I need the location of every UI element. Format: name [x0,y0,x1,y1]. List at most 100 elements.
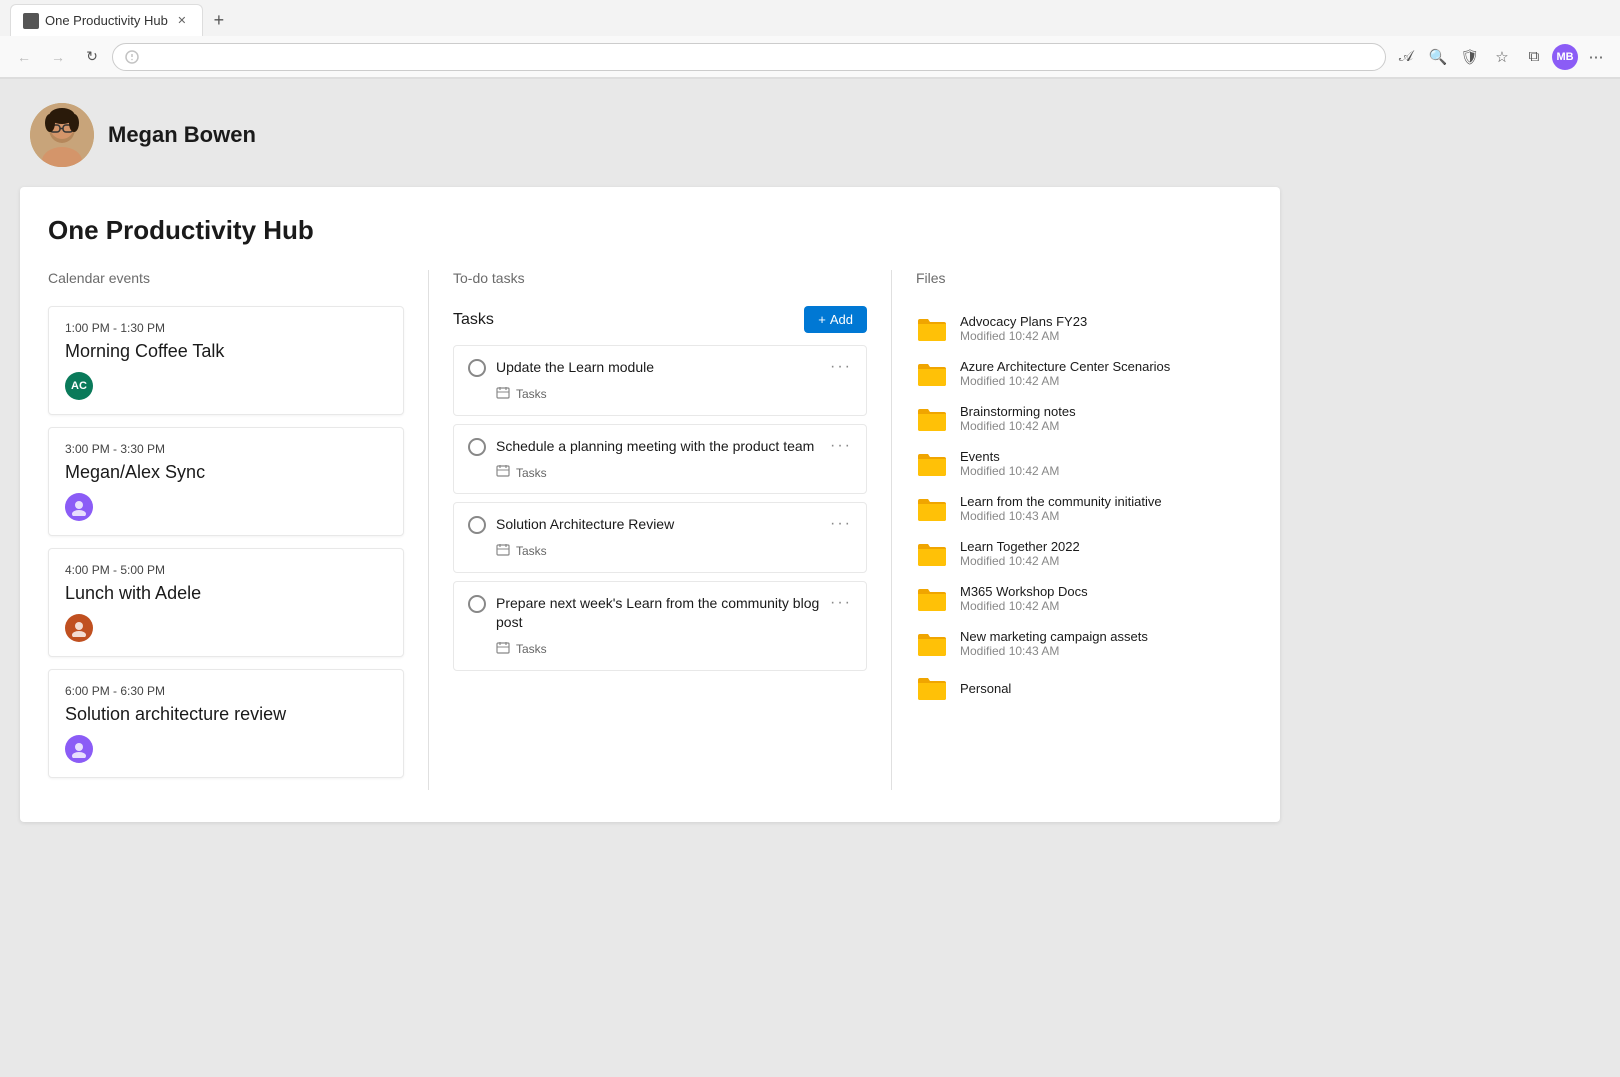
calendar-header: Calendar events [48,270,404,290]
add-label: Add [830,312,853,327]
tab-favicon [23,13,39,29]
task-item: Prepare next week's Learn from the commu… [453,581,867,671]
file-item[interactable]: New marketing campaign assets Modified 1… [916,621,1252,666]
task-meta-text: Tasks [516,387,547,401]
folder-icon [916,405,948,433]
forward-button[interactable]: → [44,43,72,71]
shield-icon[interactable]: 🛡 [1456,43,1484,71]
tasks-label: Tasks [453,311,494,329]
event-title: Solution architecture review [65,704,387,725]
file-name: Azure Architecture Center Scenarios [960,359,1170,374]
browser-nav: ← → ↻ localhost:3000/index.html 𝒜 🔍 🛡 ☆ … [0,36,1620,78]
hub-title: One Productivity Hub [48,215,1252,246]
address-bar[interactable]: localhost:3000/index.html [112,43,1386,71]
task-meta-icon [496,543,510,560]
file-item[interactable]: Azure Architecture Center Scenarios Modi… [916,351,1252,396]
favorites-icon[interactable]: ☆ [1488,43,1516,71]
file-name: Learn Together 2022 [960,539,1080,554]
event-avatar: AC [65,372,93,400]
file-info: Learn Together 2022 Modified 10:42 AM [960,539,1080,568]
task-checkbox[interactable] [468,438,486,456]
avatar [30,103,94,167]
file-item[interactable]: M365 Workshop Docs Modified 10:42 AM [916,576,1252,621]
back-button[interactable]: ← [10,43,38,71]
file-meta: Modified 10:42 AM [960,599,1088,613]
event-title: Morning Coffee Talk [65,341,387,362]
task-meta: Tasks [496,641,852,658]
event-title: Megan/Alex Sync [65,462,387,483]
refresh-button[interactable]: ↻ [78,43,106,71]
file-item[interactable]: Advocacy Plans FY23 Modified 10:42 AM [916,306,1252,351]
task-item: Update the Learn module ··· Tasks [453,345,867,416]
columns-container: Calendar events 1:00 PM - 1:30 PM Mornin… [48,270,1252,790]
tab-close-button[interactable]: ✕ [174,13,190,29]
task-meta-text: Tasks [516,642,547,656]
more-tools-icon[interactable]: ⋯ [1582,43,1610,71]
event-time: 4:00 PM - 5:00 PM [65,563,387,577]
event-card: 1:00 PM - 1:30 PM Morning Coffee Talk AC [48,306,404,415]
files-header: Files [916,270,1252,290]
task-title: Solution Architecture Review [496,515,820,535]
file-item[interactable]: Personal [916,666,1252,710]
file-meta: Modified 10:42 AM [960,329,1087,343]
file-name: New marketing campaign assets [960,629,1148,644]
file-name: Events [960,449,1059,464]
file-item[interactable]: Brainstorming notes Modified 10:42 AM [916,396,1252,441]
folder-icon [916,495,948,523]
collections-icon[interactable]: ⧉ [1520,43,1548,71]
task-more-button[interactable]: ··· [830,515,852,533]
task-more-button[interactable]: ··· [830,594,852,612]
task-checkbox[interactable] [468,359,486,377]
task-meta-text: Tasks [516,466,547,480]
task-more-button[interactable]: ··· [830,437,852,455]
event-title: Lunch with Adele [65,583,387,604]
task-checkbox[interactable] [468,516,486,534]
file-meta: Modified 10:42 AM [960,464,1059,478]
tasks-column: To-do tasks Tasks + Add Update the Learn… [428,270,892,790]
active-tab[interactable]: One Productivity Hub ✕ [10,4,203,36]
file-info: Azure Architecture Center Scenarios Modi… [960,359,1170,388]
event-avatar [65,735,93,763]
file-name: Brainstorming notes [960,404,1076,419]
task-top: Update the Learn module ··· [468,358,852,378]
profile-avatar[interactable]: MB [1552,44,1578,70]
search-icon[interactable]: 🔍 [1424,43,1452,71]
file-meta: Modified 10:42 AM [960,374,1170,388]
task-meta: Tasks [496,543,852,560]
folder-icon [916,540,948,568]
file-item[interactable]: Learn from the community initiative Modi… [916,486,1252,531]
task-meta-icon [496,386,510,403]
task-more-button[interactable]: ··· [830,358,852,376]
file-info: M365 Workshop Docs Modified 10:42 AM [960,584,1088,613]
file-meta: Modified 10:43 AM [960,644,1148,658]
task-checkbox[interactable] [468,595,486,613]
event-card: 3:00 PM - 3:30 PM Megan/Alex Sync [48,427,404,536]
file-item[interactable]: Learn Together 2022 Modified 10:42 AM [916,531,1252,576]
folder-icon [916,585,948,613]
task-item: Solution Architecture Review ··· Tasks [453,502,867,573]
user-name: Megan Bowen [108,122,256,148]
folder-icon [916,674,948,702]
file-info: Events Modified 10:42 AM [960,449,1059,478]
files-column: Files Advocacy Plans FY23 Modified 10:42… [892,270,1252,790]
task-meta: Tasks [496,464,852,481]
address-input[interactable]: localhost:3000/index.html [145,49,1373,64]
file-item[interactable]: Events Modified 10:42 AM [916,441,1252,486]
file-meta: Modified 10:43 AM [960,509,1162,523]
folder-icon [916,315,948,343]
file-info: Learn from the community initiative Modi… [960,494,1162,523]
calendar-column: Calendar events 1:00 PM - 1:30 PM Mornin… [48,270,428,790]
add-icon: + [818,312,826,327]
task-top: Solution Architecture Review ··· [468,515,852,535]
new-tab-button[interactable]: + [205,6,233,34]
tasks-header-row: Tasks + Add [453,306,867,333]
task-meta-text: Tasks [516,544,547,558]
task-title: Prepare next week's Learn from the commu… [496,594,820,633]
main-card: One Productivity Hub Calendar events 1:0… [20,187,1280,822]
tab-bar: One Productivity Hub ✕ + [0,0,1620,36]
file-name: M365 Workshop Docs [960,584,1088,599]
task-item: Schedule a planning meeting with the pro… [453,424,867,495]
file-meta: Modified 10:42 AM [960,554,1080,568]
add-task-button[interactable]: + Add [804,306,867,333]
reading-view-icon[interactable]: 𝒜 [1392,43,1420,71]
